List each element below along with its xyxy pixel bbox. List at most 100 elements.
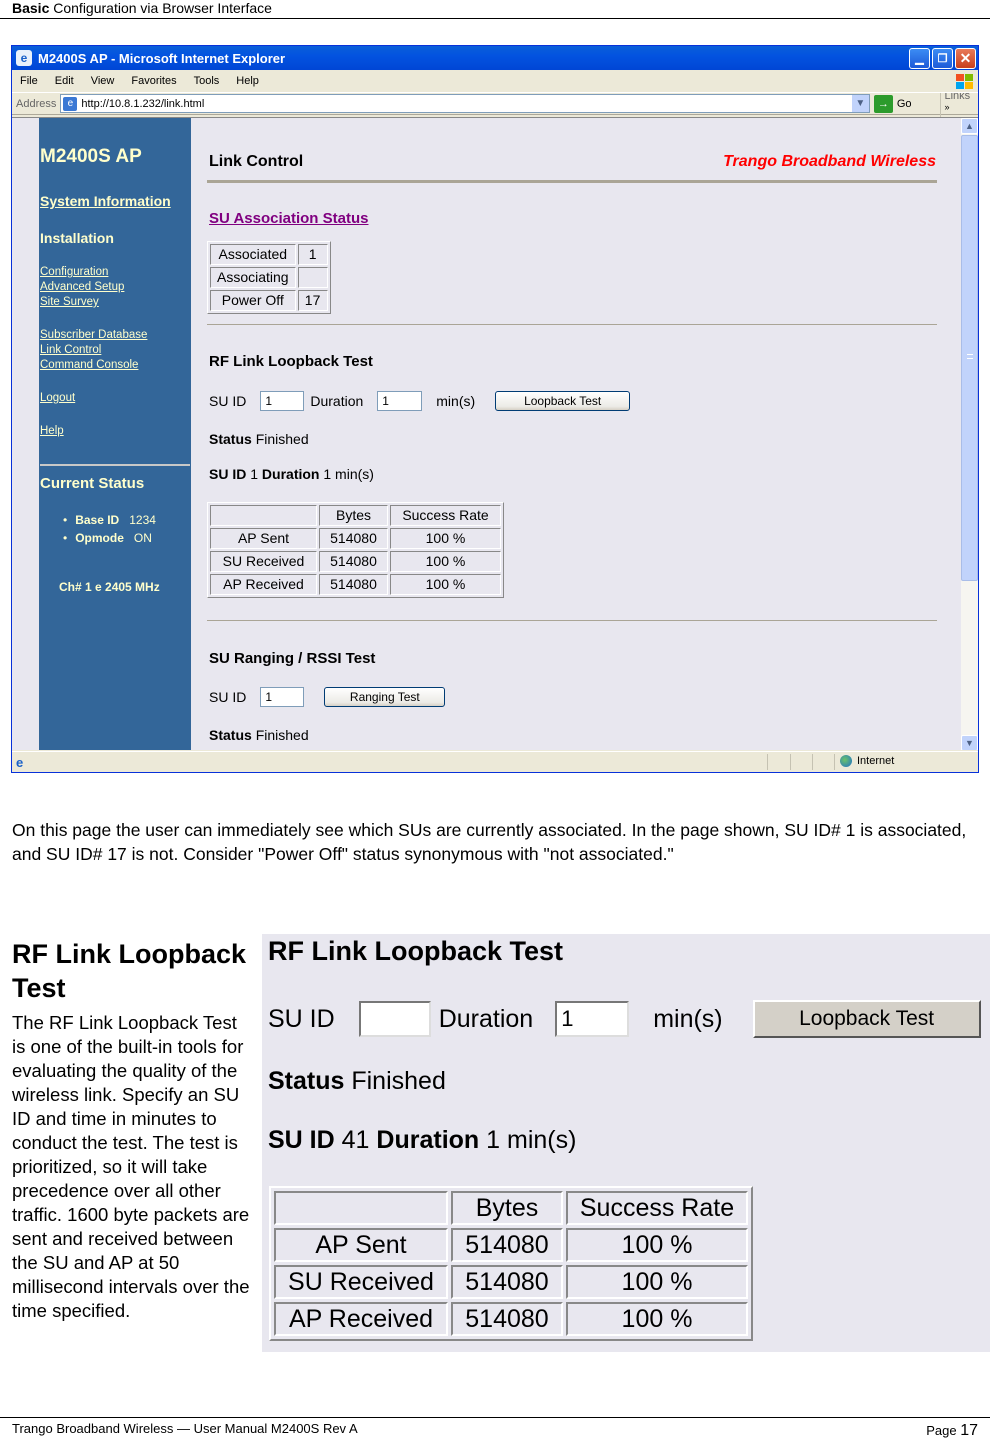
status-label: Base ID [75,513,120,527]
assoc-value [297,267,328,288]
ranging-su-id-input[interactable] [260,687,305,707]
status-item-opmode: • Opmode ON [63,531,152,545]
table-header-row: Bytes Success Rate [274,1191,748,1225]
su-association-status-link[interactable]: SU Association Status [209,210,368,227]
sidebar-item-subscriber-database[interactable]: Subscriber Database [40,329,147,341]
rate-cell: 100 % [566,1228,748,1262]
sidebar: M2400S AP System Information Installatio… [39,118,191,750]
footer-text: Trango Broadband Wireless — User Manual … [12,1421,358,1436]
assoc-label: Associated [210,244,296,265]
result-duration-label: Duration [376,1126,480,1154]
rate-cell: 100 % [390,551,501,572]
header-cell: Bytes [319,505,388,526]
header-cell [210,505,317,526]
row-label: AP Sent [274,1228,448,1262]
go-button[interactable]: → Go [873,94,912,113]
links-button[interactable]: Links » [939,89,979,118]
go-arrow-icon: → [873,94,893,113]
menu-edit[interactable]: Edit [55,75,74,87]
inset-status: Status Finished [268,1067,446,1096]
sidebar-item-logout[interactable]: Logout [40,392,75,404]
assoc-value: 1 [297,244,328,265]
browser-window: e M2400S AP - Microsoft Internet Explore… [11,45,979,773]
assoc-label: Associating [210,267,296,288]
inset-result-summary: SU ID 41 Duration 1 min(s) [268,1126,576,1155]
channel-info: Ch# 1 e 2405 MHz [59,580,160,594]
inset-title: RF Link Loopback Test [268,936,564,966]
url-text: http://10.8.1.232/link.html [81,97,205,110]
su-id-input[interactable] [260,391,305,411]
duration-unit: min(s) [653,1004,723,1033]
duration-label: Duration [310,393,364,409]
sidebar-item-link-control[interactable]: Link Control [40,344,101,356]
table-row: AP Sent 514080 100 % [274,1228,748,1262]
vertical-scrollbar[interactable]: ▲ ▼ [961,118,978,750]
scroll-down-icon[interactable]: ▼ [961,735,978,750]
su-id-label: SU ID [209,689,247,705]
bullet-icon: • [63,513,68,527]
sidebar-system-information[interactable]: System Information [40,193,171,209]
inset-su-id-input[interactable] [358,1001,431,1037]
bullet-icon: • [63,531,68,545]
result-su-label: SU ID [268,1126,335,1154]
close-button[interactable]: ✕ [955,47,976,69]
menu-help[interactable]: Help [236,75,259,87]
assoc-value: 17 [297,290,328,311]
row-label: AP Received [210,574,317,595]
sidebar-item-command-console[interactable]: Command Console [40,359,138,371]
main-content: Link Control Trango Broadband Wireless S… [207,118,942,750]
document-header: Basic Configuration via Browser Interfac… [0,0,990,19]
page-viewport: M2400S AP System Information Installatio… [12,117,978,750]
row-label: AP Received [274,1302,448,1336]
scroll-up-icon[interactable]: ▲ [961,118,978,134]
result-duration-value: 1 min(s) [486,1126,577,1154]
inset-loopback-test-button[interactable]: Loopback Test [752,1000,981,1038]
inset-results-table: Bytes Success Rate AP Sent 514080 100 % SU… [269,1186,753,1341]
sidebar-item-advanced-setup[interactable]: Advanced Setup [40,281,124,293]
menu-view[interactable]: View [91,75,115,87]
restore-button[interactable]: ❐ [932,47,953,69]
inset-duration-input[interactable] [555,1001,630,1037]
duration-unit: min(s) [436,393,476,409]
menu-tools[interactable]: Tools [194,75,220,87]
loopback-status: Status Finished [209,431,309,447]
address-input[interactable]: e http://10.8.1.232/link.html ▼ [60,94,870,113]
table-header-row: Bytes Success Rate [210,505,501,526]
minimize-button[interactable]: ▁ [909,47,930,69]
duration-input[interactable] [377,391,423,411]
status-label: Status [268,1067,345,1095]
scroll-thumb[interactable] [961,135,978,581]
table-row: AP Received 514080 100 % [210,574,501,595]
loopback-result-summary: SU ID 1 Duration 1 min(s) [209,466,374,482]
rate-cell: 100 % [390,528,501,549]
chevron-down-icon[interactable]: ▼ [851,95,869,112]
ranging-test-button[interactable]: Ranging Test [324,687,446,707]
result-su-value: 41 [341,1126,370,1154]
status-label: Opmode [75,531,124,545]
address-bar: Address e http://10.8.1.232/link.html ▼ … [12,89,979,118]
result-duration-value: 1 min(s) [323,466,374,482]
status-value: ON [133,531,152,545]
row-label: SU Received [210,551,317,572]
status-value: 1234 [129,513,156,527]
sidebar-item-configuration[interactable]: Configuration [40,266,108,278]
chevron-right-double-icon: » [944,101,950,112]
loopback-test-button[interactable]: Loopback Test [495,391,631,411]
status-label: Status [209,727,252,743]
header-cell: Bytes [451,1191,563,1225]
sidebar-item-help[interactable]: Help [40,425,64,437]
su-id-label: SU ID [209,393,247,409]
header-bold: Basic [12,0,50,16]
table-row: Power Off 17 [210,290,328,311]
status-separator [812,754,813,770]
su-id-label: SU ID [268,1004,335,1033]
menu-favorites[interactable]: Favorites [131,75,176,87]
loopback-form: SU ID Duration min(s) Loopback Test [209,391,631,411]
sidebar-item-site-survey[interactable]: Site Survey [40,296,99,308]
loopback-results-table: Bytes Success Rate AP Sent 514080 100 % SU… [207,502,504,598]
document-footer: Trango Broadband Wireless — User Manual … [0,1417,990,1440]
sidebar-installation-heading: Installation [40,230,114,246]
rate-cell: 100 % [566,1265,748,1299]
menu-file[interactable]: File [20,75,38,87]
header-cell [274,1191,448,1225]
